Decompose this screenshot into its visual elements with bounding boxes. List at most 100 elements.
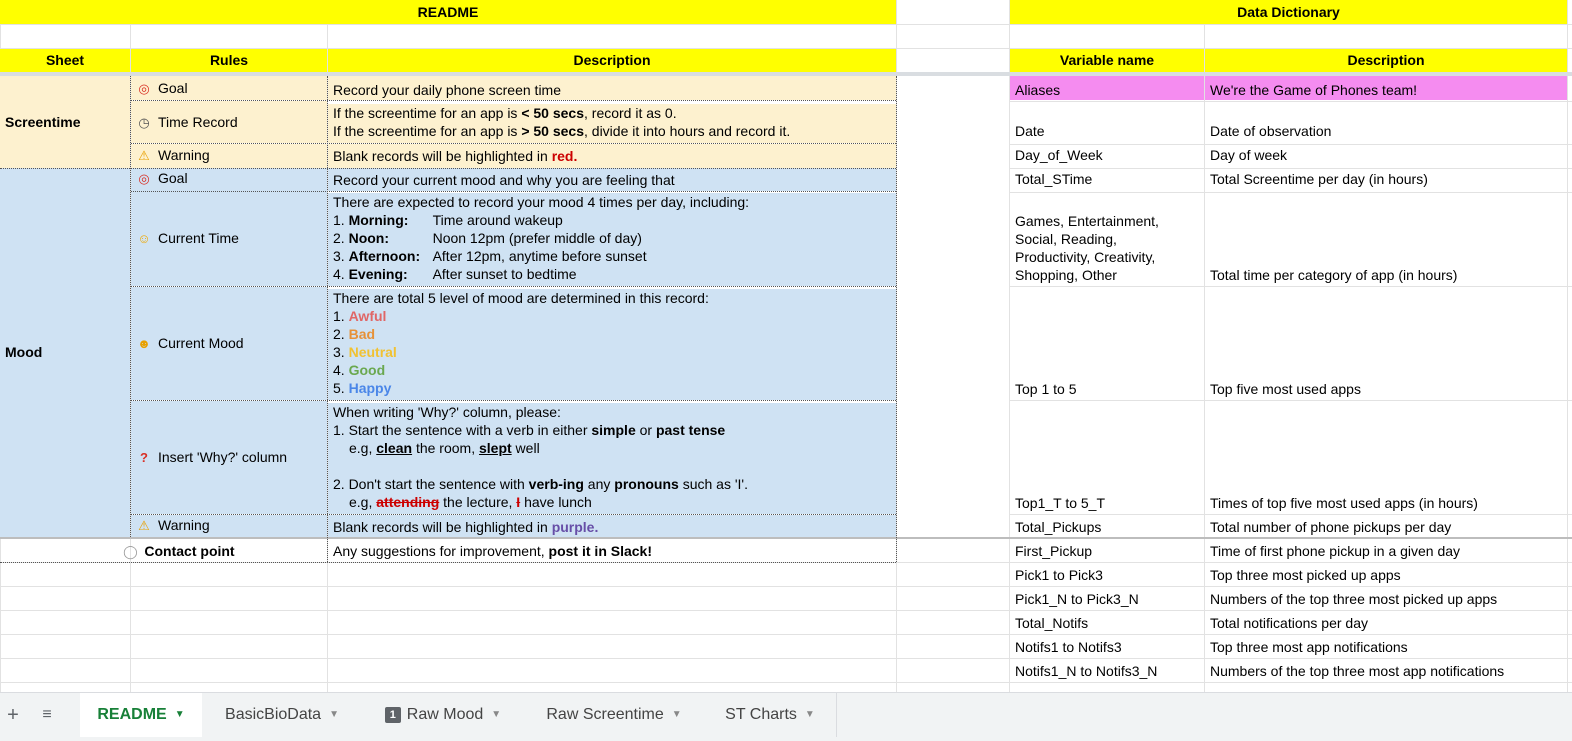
screentime-time-record-rule[interactable]: ◷ Time Record	[131, 101, 327, 143]
mood-level: 5. Happy	[333, 380, 392, 396]
plus-icon[interactable]: +	[4, 703, 22, 727]
dict-var-categories[interactable]: Games, Entertainment, Social, Reading, P…	[1010, 212, 1204, 286]
chevron-down-icon: ▼	[329, 709, 339, 720]
dict-var[interactable]: Total_Notifs	[1010, 614, 1204, 634]
screentime-time-record-desc[interactable]: If the screentime for an app is < 50 sec…	[328, 104, 896, 143]
time-item: 2. Noon: Noon 12pm (prefer middle of day)	[333, 230, 642, 246]
category-line: Games, Entertainment,	[1015, 213, 1159, 229]
smile-icon: ☻	[137, 336, 151, 351]
dict-var[interactable]: Top 1 to 5	[1010, 380, 1204, 400]
dict-var[interactable]: Total_STime	[1010, 170, 1204, 192]
desc-spacer	[333, 457, 896, 475]
chevron-down-icon: ▼	[174, 709, 185, 720]
screentime-goal-rule[interactable]: ◎ Goal	[131, 76, 327, 100]
dict-var[interactable]: Notifs1_N to Notifs3_N	[1010, 662, 1204, 682]
data-dictionary-title: Data Dictionary	[1010, 0, 1567, 24]
dict-var[interactable]: Top1_T to 5_T	[1010, 494, 1204, 514]
chevron-down-icon: ▼	[804, 709, 815, 720]
dict-desc[interactable]: Date of observation	[1205, 122, 1567, 144]
tab-divider	[836, 693, 837, 737]
screentime-warning-rule[interactable]: ⚠ Warning	[131, 144, 327, 168]
screentime-warning-desc[interactable]: Blank records will be highlighted in red…	[328, 144, 896, 168]
dict-var[interactable]: Pick1 to Pick3	[1010, 566, 1204, 586]
menu-icon[interactable]: ≡	[38, 705, 56, 725]
screentime-goal-desc[interactable]: Record your daily phone screen time	[328, 76, 896, 100]
desc-intro: There are total 5 level of mood are dete…	[333, 290, 709, 306]
why-column-desc[interactable]: When writing 'Why?' column, please: 1. S…	[328, 403, 896, 514]
dict-var[interactable]: Total_Pickups	[1010, 518, 1204, 538]
time-item: 1. Morning: Time around wakeup	[333, 212, 563, 228]
dict-var[interactable]: Day_of_Week	[1010, 146, 1204, 168]
readme-title: README	[0, 0, 896, 24]
rule-label: Insert 'Why?' column	[158, 449, 288, 465]
tab-badge: 1	[384, 707, 401, 723]
target-icon: ◎	[138, 171, 150, 186]
question-icon: ?	[140, 450, 148, 465]
rule-label: Current Time	[158, 230, 239, 246]
current-time-rule[interactable]: ☺ Current Time	[131, 191, 327, 286]
warning-icon: ⚠	[138, 518, 150, 533]
header-variable-name: Variable name	[1010, 49, 1204, 72]
dict-desc[interactable]: Total Screentime per day (in hours)	[1205, 170, 1567, 192]
mood-warning-rule[interactable]: ⚠ Warning	[131, 515, 327, 537]
current-mood-rule[interactable]: ☻ Current Mood	[131, 287, 327, 400]
mood-level: 4. Good	[333, 362, 386, 378]
current-mood-desc[interactable]: There are total 5 level of mood are dete…	[328, 289, 896, 400]
screentime-sheet-cell[interactable]: Screentime	[0, 76, 130, 168]
rule-label: Current Mood	[158, 335, 244, 351]
desc-line: If the screentime for an app is < 50 sec…	[333, 105, 677, 121]
dict-desc[interactable]: Top five most used apps	[1205, 380, 1567, 400]
mood-goal-rule[interactable]: ◎ Goal	[131, 168, 327, 191]
dict-desc[interactable]: Time of first phone pickup in a given da…	[1205, 542, 1567, 562]
category-line: Shopping, Other	[1015, 267, 1117, 283]
speech-bubble-icon: ◯	[123, 544, 138, 559]
tab-raw-screentime[interactable]: Raw Screentime ▼	[525, 693, 703, 737]
dict-desc[interactable]: Top three most app notifications	[1205, 638, 1567, 658]
rule-label: Time Record	[158, 114, 238, 130]
category-line: Productivity, Creativity,	[1015, 249, 1156, 265]
desc-intro: There are expected to record your mood 4…	[333, 194, 750, 210]
header-sheet: Sheet	[0, 49, 130, 72]
contact-point-label[interactable]: ◯ Contact point	[0, 539, 327, 562]
tab-st-charts[interactable]: ST Charts ▼	[704, 693, 836, 737]
tab-raw-mood[interactable]: 1 Raw Mood ▼	[362, 693, 524, 737]
desc-line: When writing 'Why?' column, please:	[333, 404, 561, 420]
sheet-tabs-bar: + ≡ README ▼ BasicBioData ▼ 1 Raw Mood ▼ Raw…	[0, 692, 1572, 741]
target-icon: ◎	[138, 81, 150, 96]
mood-sheet-cell[interactable]: Mood	[0, 168, 130, 537]
time-item: 4. Evening: After sunset to bedtime	[333, 266, 577, 282]
warning-icon: ⚠	[138, 148, 150, 163]
dict-var[interactable]: Pick1_N to Pick3_N	[1010, 590, 1204, 610]
time-item: 3. Afternoon: After 12pm, anytime before …	[333, 248, 647, 264]
desc-line: e.g, attending the lecture, I have lunch	[349, 494, 592, 510]
mood-warning-desc[interactable]: Blank records will be highlighted in pur…	[328, 515, 896, 537]
dict-desc[interactable]: Numbers of the top three most picked up …	[1205, 590, 1567, 610]
dict-desc[interactable]: Numbers of the top three most app notifi…	[1205, 662, 1567, 682]
tab-readme[interactable]: README ▼	[80, 693, 202, 737]
mood-goal-desc[interactable]: Record your current mood and why you are…	[328, 168, 896, 191]
desc-line: 1. Start the sentence with a verb in eit…	[333, 422, 726, 438]
dict-desc[interactable]: Total number of phone pickups per day	[1205, 518, 1567, 538]
contact-point-desc[interactable]: Any suggestions for improvement, post it…	[328, 539, 896, 562]
rule-label: Warning	[158, 147, 210, 163]
dict-var[interactable]: First_Pickup	[1010, 542, 1204, 562]
rule-label: Goal	[158, 170, 188, 186]
dict-var-aliases[interactable]: Aliases	[1010, 76, 1204, 100]
chevron-down-icon: ▼	[491, 709, 502, 720]
dict-desc[interactable]: Top three most picked up apps	[1205, 566, 1567, 586]
dict-var[interactable]: Notifs1 to Notifs3	[1010, 638, 1204, 658]
sun-icon: ☺	[137, 231, 151, 246]
rule-label: Warning	[158, 517, 210, 533]
dict-desc[interactable]: Total time per category of app (in hours…	[1205, 266, 1567, 286]
dict-desc[interactable]: Day of week	[1205, 146, 1567, 168]
category-line: Social, Reading,	[1015, 231, 1117, 247]
dict-var[interactable]: Date	[1010, 122, 1204, 144]
dict-desc[interactable]: Total notifications per day	[1205, 614, 1567, 634]
current-time-desc[interactable]: There are expected to record your mood 4…	[328, 193, 896, 286]
dict-desc-aliases[interactable]: We're the Game of Phones team!	[1205, 76, 1567, 100]
tab-basicbiodata[interactable]: BasicBioData ▼	[203, 693, 361, 737]
dict-desc[interactable]: Times of top five most used apps (in hou…	[1205, 494, 1567, 514]
rule-label: Goal	[158, 80, 188, 96]
why-column-rule[interactable]: ? Insert 'Why?' column	[131, 401, 327, 514]
chevron-down-icon: ▼	[671, 709, 682, 720]
